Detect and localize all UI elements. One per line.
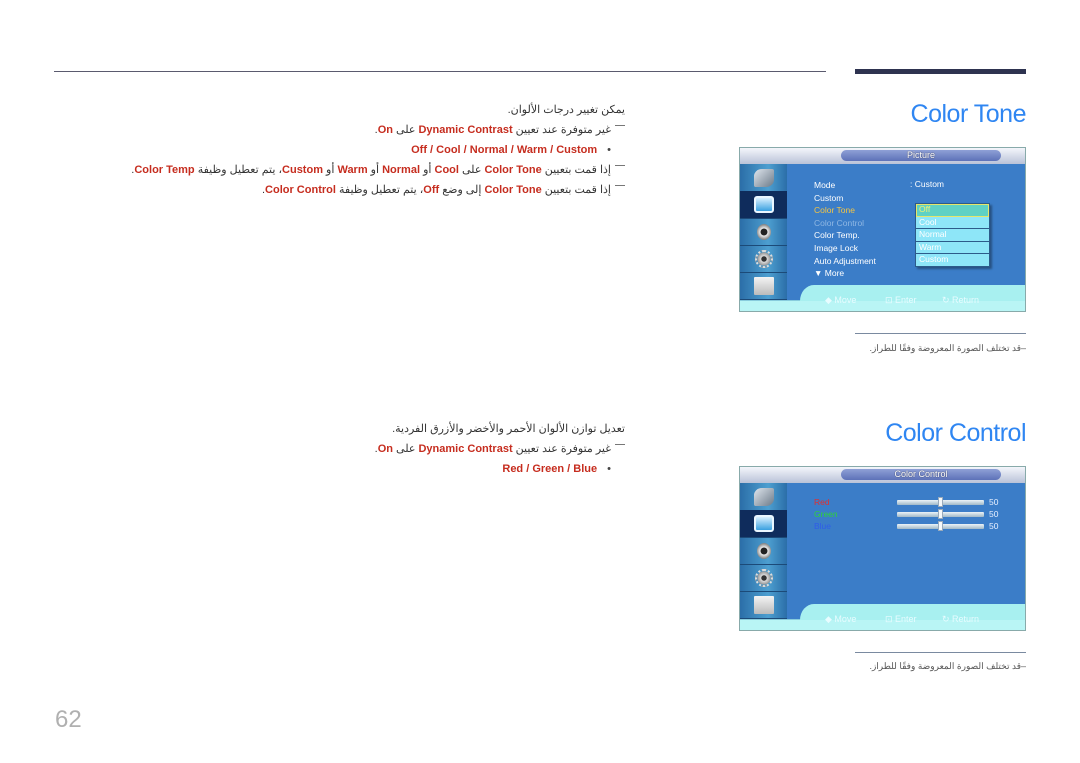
bullet-icon: • [607,144,611,156]
document-icon [753,276,774,295]
sidebar-item-input[interactable] [740,164,787,192]
slider-red[interactable] [897,497,984,507]
osd-picture-menu: Picture Mode Custom Color Tone Color Con… [739,147,1026,312]
speaker-icon [756,223,771,240]
caption-rule [855,652,1026,653]
osd-sidebar [740,164,787,300]
speaker-icon [756,542,771,559]
dropdown-option-off[interactable]: Off [916,204,989,217]
color-control-description: تعديل توازن الألوان الأحمر والأخضر والأز… [105,419,625,479]
section-title-color-tone: Color Tone [910,100,1027,128]
osd-title: Picture [841,150,1001,161]
slider-value-blue: 50 [989,521,999,531]
color-tone-description: يمكن تغيير درجات الألوان. غير متوفرة عند… [105,100,625,200]
gear-icon [754,249,773,268]
osd-sidebar [740,483,787,619]
picture-icon [753,515,774,532]
osd-footer [740,300,1025,311]
slider-blue[interactable] [897,521,984,531]
sidebar-item-input[interactable] [740,483,787,511]
plug-icon [753,168,774,187]
slider-value-green: 50 [989,509,999,519]
slider-label-green: Green [814,509,838,519]
note-dynamic-contrast: غير متوفرة عند تعيين Dynamic Contrast عل… [105,439,625,459]
footer-move: ◆ Move [825,614,857,624]
osd-header: Picture [740,148,1025,164]
menu-item-auto-adjustment[interactable]: Auto Adjustment [814,255,876,268]
sidebar-item-setup[interactable] [740,245,787,273]
osd-menu-list: Mode Custom Color Tone Color Control Col… [814,179,876,280]
slider-thumb[interactable] [938,521,943,531]
sidebar-item-picture[interactable] [740,510,787,538]
header-rule [54,71,826,72]
osd-header: Color Control [740,467,1025,483]
menu-item-custom[interactable]: Custom [814,192,876,205]
sidebar-item-multi-control[interactable] [740,272,787,300]
sidebar-item-sound[interactable] [740,537,787,565]
menu-item-color-control[interactable]: Color Control [814,217,876,230]
page-number: 62 [55,706,82,733]
note-dash-icon [615,444,625,445]
header-rule-accent [855,69,1026,74]
sidebar-item-multi-control[interactable] [740,591,787,619]
plug-icon [753,487,774,506]
dropdown-option-custom[interactable]: Custom [916,254,989,266]
image-caption: –قد تختلف الصورة المعروضة وفقًا للطراز. [869,661,1026,671]
osd-color-control-menu: Color Control Red 50 Green 50 Blue 50 ◆ … [739,466,1026,631]
osd-title: Color Control [841,469,1001,480]
image-caption: –قد تختلف الصورة المعروضة وفقًا للطراز. [869,343,1026,353]
menu-item-mode[interactable]: Mode [814,179,876,192]
options-list: •Red / Green / Blue [105,459,625,479]
sidebar-item-picture[interactable] [740,191,787,219]
document-icon [753,595,774,614]
menu-item-more[interactable]: ▼ More [814,267,876,280]
caption-rule [855,333,1026,334]
mode-value: : Custom [910,179,945,189]
section-title-color-control: Color Control [885,419,1026,447]
sidebar-item-sound[interactable] [740,218,787,246]
note-color-control: إذا قمت بتعيين Color Tone إلى وضع Off، ي… [105,180,625,200]
menu-item-image-lock[interactable]: Image Lock [814,242,876,255]
bullet-icon: • [607,463,611,475]
menu-item-color-temp[interactable]: Color Temp. [814,229,876,242]
dropdown-option-warm[interactable]: Warm [916,242,989,254]
footer-move: ◆ Move [825,295,857,305]
slider-label-red: Red [814,497,830,507]
slider-green[interactable] [897,509,984,519]
note-dash-icon [615,125,625,126]
color-tone-dropdown[interactable]: Off Cool Normal Warm Custom [915,203,990,267]
sidebar-item-setup[interactable] [740,564,787,592]
slider-value-red: 50 [989,497,999,507]
slider-thumb[interactable] [938,509,943,519]
osd-footer [740,619,1025,630]
footer-enter: ⊡ Enter [885,295,917,305]
dropdown-option-normal[interactable]: Normal [916,229,989,242]
dropdown-option-cool[interactable]: Cool [916,217,989,229]
slider-label-blue: Blue [814,521,832,531]
footer-return: ↻ Return [942,614,980,624]
intro-text: تعديل توازن الألوان الأحمر والأخضر والأز… [392,423,625,435]
menu-item-color-tone[interactable]: Color Tone [814,204,876,217]
footer-enter: ⊡ Enter [885,614,917,624]
intro-text: يمكن تغيير درجات الألوان. [507,104,625,116]
slider-thumb[interactable] [938,497,943,507]
note-dash-icon [615,165,625,166]
picture-icon [753,196,774,213]
note-dash-icon [615,185,625,186]
options-list: •Off / Cool / Normal / Warm / Custom [105,140,625,160]
footer-return: ↻ Return [942,295,980,305]
note-dynamic-contrast: غير متوفرة عند تعيين Dynamic Contrast عل… [105,120,625,140]
gear-icon [754,568,773,587]
note-color-temp: إذا قمت بتعيين Color Tone على Cool أو No… [105,160,625,180]
